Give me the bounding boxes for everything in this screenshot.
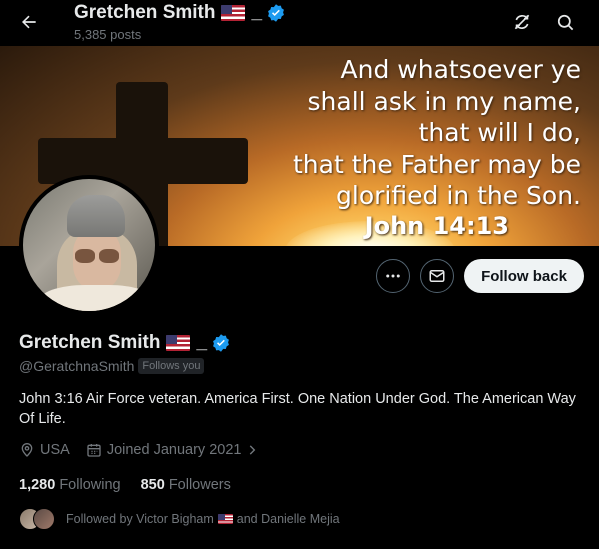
verified-badge-icon (268, 4, 284, 22)
handle-row: @GeratchnaSmith Follows you (19, 358, 205, 374)
us-flag-icon (221, 5, 246, 21)
followed-by-text: Followed by Victor Bigham (66, 512, 214, 526)
mail-icon (429, 270, 445, 282)
banner-verse-line: glorified in the Son. (336, 181, 581, 210)
back-button[interactable] (12, 5, 46, 39)
search-button[interactable] (548, 5, 582, 39)
chevron-right-icon (250, 445, 256, 455)
banner-verse: And whatsoever ye shall ask in my name, … (251, 54, 581, 212)
profile-bio: John 3:16 Air Force veteran. America Fir… (19, 391, 576, 427)
avatar (33, 508, 55, 530)
profile-name-row: Gretchen Smith _ (19, 331, 231, 355)
profile-meta-row: USA Joined January 2021 (19, 442, 280, 458)
followed-by-avatars (19, 508, 57, 530)
location-icon (21, 443, 33, 457)
followed-by-row[interactable]: Followed by Victor Bigham and Danielle M… (19, 508, 340, 530)
following-label: Following (59, 477, 121, 493)
profile-name: Gretchen Smith (19, 332, 161, 353)
banner-verse-line: that the Father may be (292, 149, 581, 179)
location-text: USA (40, 442, 70, 458)
profile-handle: @GeratchnaSmith (19, 358, 135, 374)
followers-count: 850 (140, 477, 165, 493)
banner-verse-line: shall ask in my name, (307, 86, 581, 116)
refresh-off-button[interactable] (505, 5, 539, 39)
top-bar: Gretchen Smith _ 5,385 posts (0, 0, 599, 46)
more-icon (386, 274, 400, 278)
search-icon (557, 14, 573, 30)
follows-you-badge: Follows you (138, 358, 205, 374)
following-count: 1,280 (19, 477, 56, 493)
more-options-button[interactable] (376, 259, 410, 293)
banner-verse-line: that will I do, (418, 118, 581, 147)
followers-label: Followers (168, 477, 231, 493)
header-name: Gretchen Smith (74, 2, 216, 23)
us-flag-icon (166, 335, 191, 351)
joined-item[interactable]: Joined January 2021 (86, 442, 265, 458)
followers-stat[interactable]: 850 Followers (141, 477, 231, 493)
header-name-suffix: _ (251, 2, 263, 23)
header-title-block: Gretchen Smith _ 5,385 posts (74, 2, 286, 42)
refresh-off-icon (514, 14, 530, 30)
profile-name-suffix: _ (196, 332, 208, 353)
post-count: 5,385 posts (74, 27, 142, 42)
banner-verse-reference: John 14:13 (364, 212, 509, 240)
followed-by-text-end: and Danielle Mejia (236, 512, 340, 526)
message-button[interactable] (420, 259, 454, 293)
calendar-icon (87, 444, 101, 457)
joined-text: Joined January 2021 (106, 442, 242, 458)
following-stat[interactable]: 1,280 Following (19, 477, 121, 493)
profile-avatar[interactable] (19, 175, 159, 315)
location-item: USA (19, 442, 70, 458)
back-arrow-icon (22, 15, 36, 29)
banner-verse-line: And whatsoever ye (340, 55, 581, 84)
verified-badge-icon[interactable] (211, 333, 231, 353)
us-flag-icon (217, 514, 233, 524)
follow-stats: 1,280 Following 850 Followers (19, 477, 251, 493)
follow-back-button[interactable]: Follow back (464, 259, 584, 293)
